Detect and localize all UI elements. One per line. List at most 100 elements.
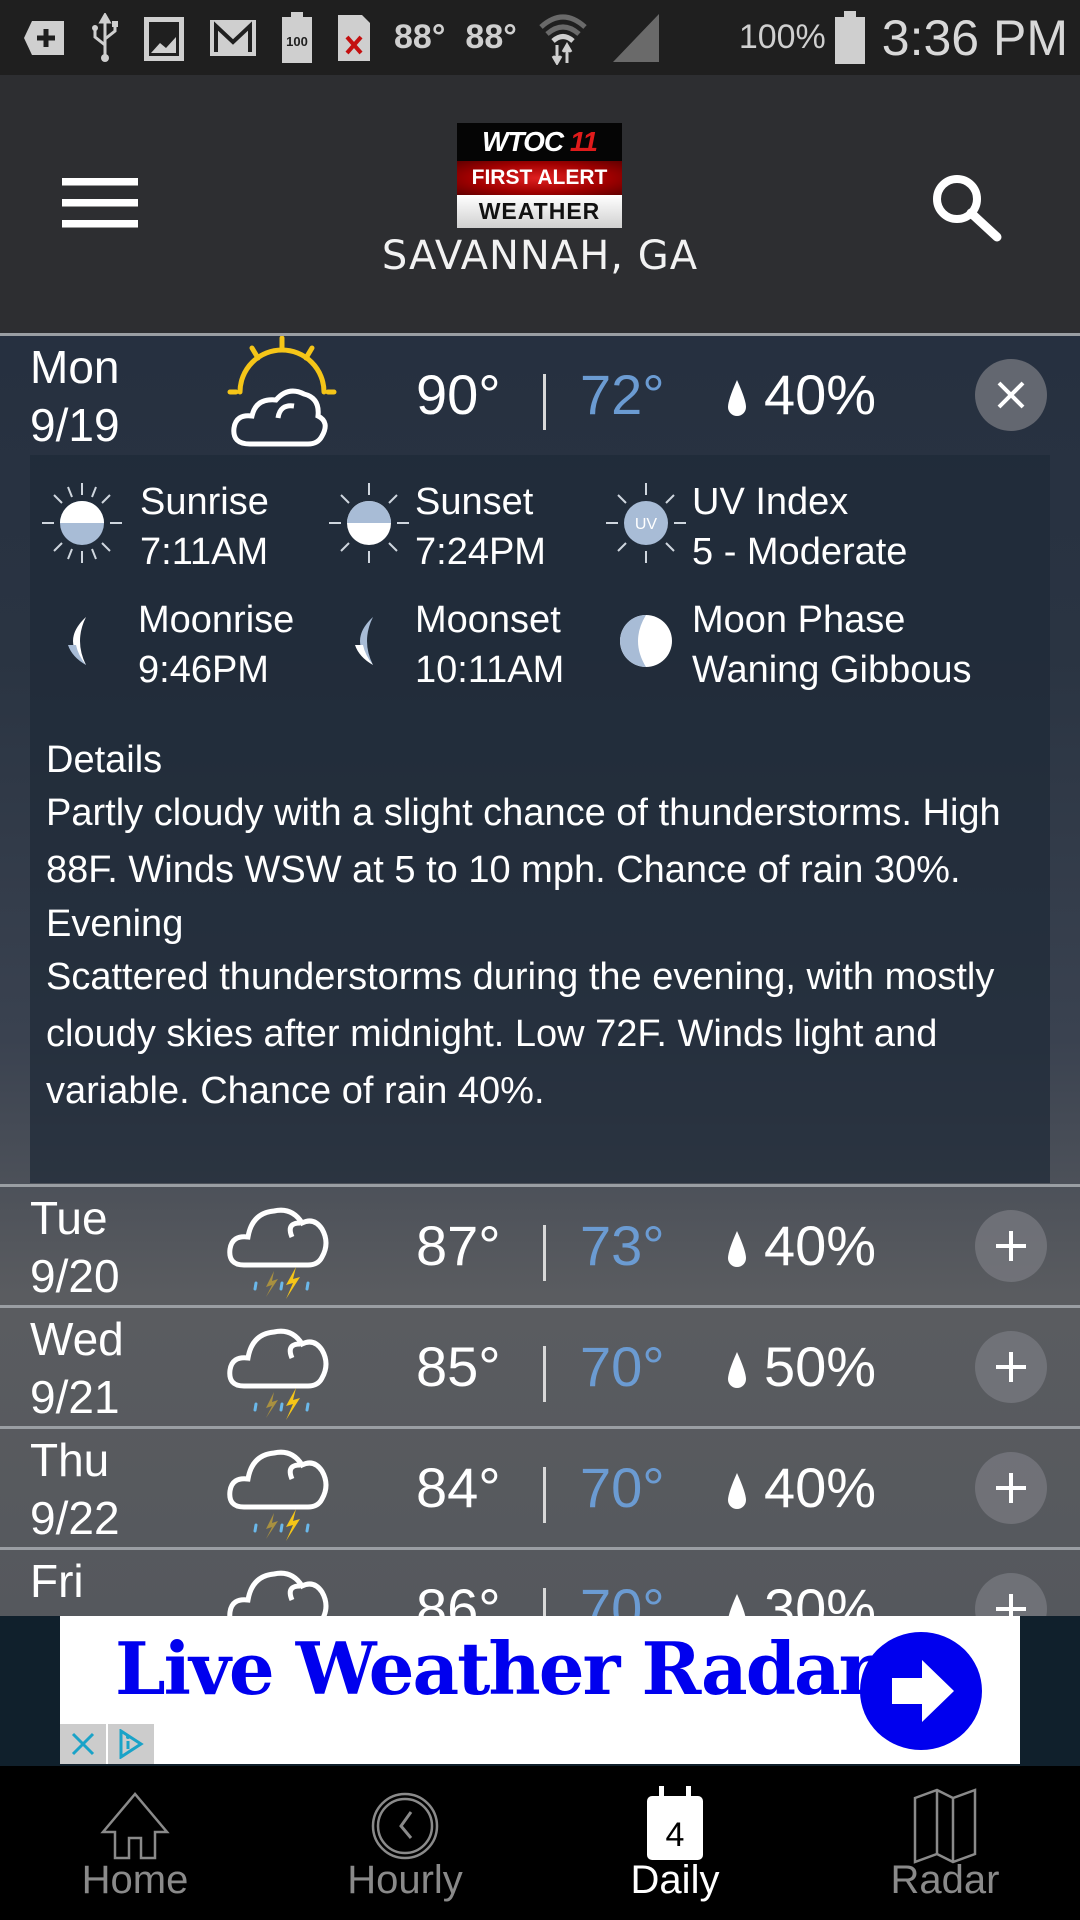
day-label: Tue 9/20 [30,1192,120,1302]
location-title[interactable]: SAVANNAH, GA [0,233,1080,279]
nav-radar[interactable]: Radar [810,1766,1080,1920]
bottom-navigation: Home Hourly 4 Daily Radar [0,1766,1080,1920]
menu-bar [62,178,138,186]
expand-button[interactable] [975,1331,1047,1403]
daily-forecast-list[interactable]: Mon 9/19 90° 72° 40% Sunrise 7:11AM Suns… [0,333,1080,1616]
temp-separator [543,1467,546,1523]
battery-icon [834,10,866,64]
day-details-panel: Sunrise 7:11AM Sunset 7:24PM UV UV Index 5 … [30,455,1050,1183]
nav-hourly[interactable]: Hourly [270,1766,540,1920]
thunderstorm-icon [222,1550,342,1616]
day-row-mon[interactable]: Mon 9/19 90° 72° 40% [0,335,1080,454]
collapse-button[interactable] [975,359,1047,431]
ad-close-button[interactable] [60,1724,106,1764]
uv-index-item: UV UV Index 5 - Moderate [604,477,907,587]
details-heading: Details [46,739,163,781]
moonrise-item: Moonrise 9:46PM [40,595,340,705]
precip-chance: 50% [764,1335,877,1398]
nav-daily[interactable]: 4 Daily [540,1766,810,1920]
plus-icon [996,1352,1026,1382]
expand-button[interactable] [975,1573,1047,1616]
gmail-icon [208,13,258,63]
temp-separator [543,1588,546,1616]
svg-text:UV: UV [635,516,658,533]
status-bar: 100 88° 88° 100% 3:36 PM [0,0,1080,75]
app-header: WTOC 11 FIRST ALERT WEATHER SAVANNAH, GA [0,75,1080,333]
high-temp: 84° [416,1456,501,1519]
low-temp: 70° [580,1456,665,1519]
details-text: Partly cloudy with a slight chance of th… [46,792,1001,891]
thunderstorm-icon [222,1308,342,1426]
clock-icon [371,1792,439,1860]
wtoc-logo: WTOC 11 FIRST ALERT WEATHER [457,123,622,228]
thunderstorm-icon [222,1429,342,1547]
moonset-item: Moonset 10:11AM [327,595,627,705]
plus-icon [996,1231,1026,1261]
thunderstorm-icon [222,1187,342,1305]
calendar-icon: 4 [647,1786,703,1860]
expand-button[interactable] [975,1210,1047,1282]
raindrop-icon [728,1594,746,1616]
search-button[interactable] [925,167,1005,247]
raindrop-icon [728,1231,746,1267]
temp-separator [543,1225,546,1281]
high-temp: 86° [416,1577,501,1616]
day-row-tue[interactable]: Tue 9/20 87° 73° 40% [0,1187,1080,1305]
temp-notification-1: 88° [394,18,446,56]
day-label: Fri [30,1555,84,1607]
image-icon [142,13,186,63]
ad-text: Live Weather Radar [115,1626,877,1711]
battery-percent: 100% [738,18,826,56]
partly-cloudy-icon [222,335,342,454]
sd-card-error-icon [336,13,372,63]
evening-heading: Evening [46,903,184,945]
raindrop-icon [728,1473,746,1509]
svg-text:100: 100 [286,34,308,49]
evening-text: Scattered thunderstorms during the eveni… [46,956,995,1112]
adchoices-icon [119,1729,144,1759]
forecast-narrative: Details Partly cloudy with a slight chan… [46,735,1046,1120]
nav-home[interactable]: Home [0,1766,270,1920]
menu-bar [62,199,138,207]
sunset-item: Sunset 7:24PM [327,477,627,587]
arrow-right-icon [860,1632,982,1750]
precip-chance: 40% [764,363,877,426]
home-icon [100,1792,170,1860]
day-row-fri[interactable]: Fri 86° 70° 30% [0,1550,1080,1616]
moonrise-icon [68,617,86,665]
high-temp: 90° [416,363,501,426]
moon-phase-item: Moon Phase Waning Gibbous [604,595,972,705]
day-label: Wed 9/21 [30,1313,124,1423]
day-label: Thu 9/22 [30,1434,120,1544]
high-temp: 87° [416,1214,501,1277]
sunrise-icon [42,483,122,563]
low-temp: 70° [580,1577,665,1616]
adchoices-button[interactable] [108,1724,154,1764]
plus-icon [996,1473,1026,1503]
logo-station: WTOC 11 [457,123,622,161]
waning-gibbous-icon [620,615,672,667]
usb-icon [90,12,120,63]
logo-first-alert: FIRST ALERT [457,161,622,195]
low-temp: 72° [580,363,665,426]
low-temp: 73° [580,1214,665,1277]
plus-icon [996,1594,1026,1616]
raindrop-icon [728,380,746,416]
day-row-wed[interactable]: Wed 9/21 85° 70° 50% [0,1308,1080,1426]
ad-banner: Live Weather Radar [0,1616,1080,1766]
menu-button[interactable] [62,178,138,230]
ad-link[interactable]: Live Weather Radar [60,1616,1020,1764]
add-notification-icon [22,13,68,63]
close-icon [71,1732,95,1756]
map-icon [913,1788,977,1864]
precip-chance: 40% [764,1214,877,1277]
precip-chance: 40% [764,1456,877,1519]
temp-notification-2: 88° [465,18,517,56]
expand-button[interactable] [975,1452,1047,1524]
sunset-icon [329,483,409,563]
day-label: Mon 9/19 [30,341,120,451]
high-temp: 85° [416,1335,501,1398]
battery-100-icon: 100 [280,11,314,63]
day-row-thu[interactable]: Thu 9/22 84° 70° 40% [0,1429,1080,1547]
temp-separator [543,1346,546,1402]
